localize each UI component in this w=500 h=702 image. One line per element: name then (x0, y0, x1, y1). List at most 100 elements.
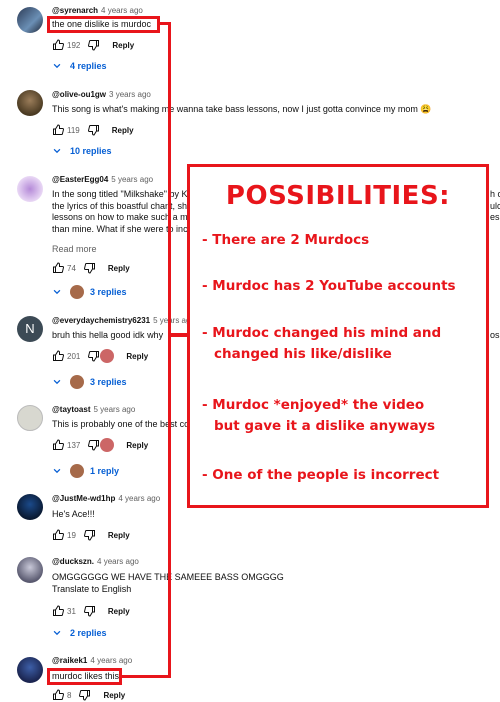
chevron-down-icon (53, 148, 61, 154)
comment-author[interactable]: @JustMe-wd1hp (52, 494, 115, 503)
avatar[interactable] (17, 176, 43, 202)
chevron-down-icon (53, 468, 61, 474)
thumb-up-icon[interactable] (52, 124, 64, 136)
view-replies-button[interactable]: 3 replies (52, 285, 127, 299)
comment-time[interactable]: 5 years ago (93, 405, 135, 414)
possibility-line: - Murdoc changed his mind and (202, 325, 442, 341)
reply-button[interactable]: Reply (126, 352, 148, 361)
avatar[interactable] (17, 657, 43, 683)
comment-actions: 119 Reply (52, 123, 134, 137)
comment-meta: @duckszn. 4 years ago (52, 557, 139, 566)
comment-author[interactable]: @duckszn. (52, 557, 94, 566)
possibility-line: changed his like/dislike (214, 346, 392, 362)
read-more-link[interactable]: Read more (52, 244, 97, 254)
comment-time[interactable]: 4 years ago (118, 494, 160, 503)
thumb-down-icon[interactable] (88, 39, 100, 51)
thumb-down-icon[interactable] (88, 439, 100, 451)
comment-actions: 19 Reply (52, 528, 130, 542)
creator-heart-icon (100, 438, 115, 452)
reply-button[interactable]: Reply (103, 691, 125, 700)
chevron-down-icon (53, 289, 61, 295)
reply-button[interactable]: Reply (108, 607, 130, 616)
comment-author[interactable]: @taytoast (52, 405, 90, 414)
like-count: 19 (67, 530, 76, 540)
thumb-down-icon[interactable] (83, 529, 96, 541)
possibility-item: - Murdoc has 2 YouTube accounts (202, 276, 456, 297)
comment-text: This song is what's making me wanna take… (52, 104, 500, 116)
thumb-down-icon[interactable] (83, 605, 96, 617)
clipped-text-right: h c ulc esp (490, 189, 500, 224)
possibility-item: - One of the people is incorrect (202, 465, 439, 486)
comment-actions: 8 Reply (52, 688, 125, 702)
thumb-down-icon[interactable] (88, 350, 100, 362)
view-replies-button[interactable]: 1 reply (52, 464, 119, 478)
replies-label: 2 replies (70, 628, 107, 638)
comment-actions: 74 Reply (52, 261, 130, 275)
comment-time[interactable]: 4 years ago (101, 6, 143, 15)
comment-actions: 201 Reply (52, 349, 148, 363)
thumb-up-icon[interactable] (52, 39, 64, 51)
avatar[interactable]: N (17, 316, 43, 342)
avatar[interactable] (17, 405, 43, 431)
comment-author[interactable]: @syrenarch (52, 6, 98, 15)
creator-avatar (70, 285, 84, 299)
comment-meta: @syrenarch 4 years ago (52, 6, 143, 15)
thumb-down-icon[interactable] (87, 124, 100, 136)
thumb-down-icon[interactable] (79, 689, 91, 701)
thumb-down-icon[interactable] (83, 262, 96, 274)
comment-text-line: He's Ace!!! (52, 509, 95, 519)
possibility-line: - Murdoc has 2 YouTube accounts (202, 278, 456, 294)
avatar[interactable] (17, 90, 43, 116)
comment-meta: @olive-ou1gw 3 years ago (52, 90, 151, 99)
translate-link[interactable]: Translate to English (52, 584, 500, 596)
thumb-up-icon[interactable] (52, 605, 64, 617)
comment-time[interactable]: 5 years ago (111, 175, 153, 184)
comment-time[interactable]: 4 years ago (90, 656, 132, 665)
comment-author[interactable]: @EasterEgg04 (52, 175, 108, 184)
thumb-up-icon[interactable] (52, 439, 64, 451)
like-count: 201 (67, 351, 81, 361)
thumb-up-icon[interactable] (52, 350, 64, 362)
highlight-box-top (47, 16, 160, 33)
avatar[interactable] (17, 494, 43, 520)
replies-label: 10 replies (70, 146, 112, 156)
comment-meta: @everydaychemistry6231 5 years ago (52, 316, 195, 325)
comment-actions: 137 Reply (52, 438, 148, 452)
possibility-item: - Murdoc *enjoyed* the video but gave it… (202, 395, 435, 437)
comment-author[interactable]: @everydaychemistry6231 (52, 316, 150, 325)
reply-button[interactable]: Reply (108, 531, 130, 540)
thumb-up-icon[interactable] (52, 262, 64, 274)
possibilities-title: POSSIBILITIES: (225, 181, 451, 211)
creator-avatar (70, 375, 84, 389)
possibility-line: - Murdoc *enjoyed* the video (202, 397, 425, 413)
comment-meta: @raikek1 4 years ago (52, 656, 132, 665)
reply-button[interactable]: Reply (108, 264, 130, 273)
view-replies-button[interactable]: 3 replies (52, 375, 127, 389)
connector-line-vertical (168, 22, 171, 678)
view-replies-button[interactable]: 2 replies (52, 628, 107, 638)
comment-actions: 31 Reply (52, 604, 130, 618)
possibility-item: - Murdoc changed his mind and changed hi… (202, 323, 441, 365)
highlight-box-bottom (47, 668, 122, 685)
comment-author[interactable]: @raikek1 (52, 656, 87, 665)
avatar[interactable] (17, 7, 43, 33)
avatar[interactable] (17, 557, 43, 583)
replies-label: 3 replies (90, 287, 127, 297)
thumb-up-icon[interactable] (52, 689, 64, 701)
comment-time[interactable]: 3 years ago (109, 90, 151, 99)
comment-text: OMGGGGGG WE HAVE THE SAMEEE BASS OMGGGG … (52, 572, 500, 595)
like-count: 119 (67, 125, 80, 135)
possibility-line: - One of the people is incorrect (202, 467, 440, 483)
reply-button[interactable]: Reply (112, 41, 134, 50)
thumb-up-icon[interactable] (52, 529, 64, 541)
view-replies-button[interactable]: 10 replies (52, 146, 112, 156)
like-count: 74 (67, 263, 76, 273)
comment-author[interactable]: @olive-ou1gw (52, 90, 106, 99)
clipped-text-line: ulc (490, 200, 500, 211)
reply-button[interactable]: Reply (112, 126, 134, 135)
reply-button[interactable]: Reply (126, 441, 148, 450)
comment-text: He's Ace!!! (52, 509, 500, 521)
comment-time[interactable]: 4 years ago (97, 557, 139, 566)
clipped-text-line: esp (490, 212, 500, 222)
view-replies-button[interactable]: 4 replies (52, 61, 107, 71)
